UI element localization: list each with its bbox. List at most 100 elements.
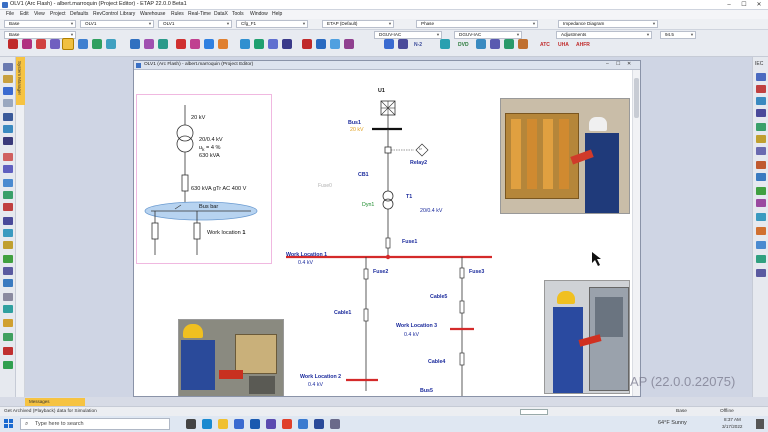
n1-icon[interactable] [398, 39, 408, 49]
pan-icon[interactable] [3, 75, 13, 83]
panel-tool-icon[interactable] [3, 305, 13, 313]
fuse-icon[interactable] [3, 217, 13, 225]
arc-method-select[interactable]: DGUV-IAC ▼ [374, 31, 442, 39]
play-icon[interactable] [3, 361, 13, 369]
arcflash-run-icon[interactable] [302, 39, 312, 49]
start-icon[interactable] [4, 419, 14, 429]
cable-tool-icon[interactable] [3, 293, 13, 301]
menu-revcontrol[interactable]: RevControl [93, 11, 118, 17]
menu-tools[interactable]: Tools [232, 11, 244, 17]
alert-icon[interactable] [344, 39, 354, 49]
transformer-icon[interactable] [3, 179, 13, 187]
breaker-icon[interactable] [3, 203, 13, 211]
clock-date[interactable]: 3/17/2022 [722, 424, 742, 429]
warning-icon[interactable] [3, 319, 13, 327]
bus-icon[interactable] [3, 191, 13, 199]
task-view-icon[interactable] [186, 419, 196, 429]
config-select[interactable]: Cfg_F1 ▼ [236, 20, 308, 28]
wind-icon[interactable] [756, 227, 766, 235]
zoom-icon[interactable] [3, 87, 13, 95]
winding-icon[interactable] [756, 97, 766, 105]
distribution-icon[interactable] [282, 39, 292, 49]
grid-icon[interactable] [3, 125, 13, 133]
ups-icon[interactable] [756, 199, 766, 207]
menu-realtime[interactable]: Real-Time [188, 11, 211, 17]
report-icon[interactable] [316, 39, 326, 49]
power-grid-icon[interactable] [3, 153, 13, 161]
edge-icon[interactable] [202, 419, 212, 429]
loadflow-icon[interactable] [92, 39, 102, 49]
oneline-select[interactable]: OLV1 ▼ [158, 20, 232, 28]
menu-defaults[interactable]: Defaults [70, 11, 88, 17]
menu-rules[interactable]: Rules [171, 11, 184, 17]
arrester-icon[interactable] [756, 161, 766, 169]
maximize-button[interactable]: ☐ [737, 0, 751, 10]
ct-icon[interactable] [756, 135, 766, 143]
chrome-icon[interactable] [282, 419, 292, 429]
optimal-icon[interactable] [158, 39, 168, 49]
run-icon[interactable] [8, 39, 18, 49]
store-icon[interactable] [234, 419, 244, 429]
menu-view[interactable]: View [34, 11, 45, 17]
voltage-icon[interactable] [440, 39, 450, 49]
menu-file[interactable]: File [6, 11, 14, 17]
meter-icon[interactable] [3, 333, 13, 341]
unbalanced-icon[interactable] [490, 39, 500, 49]
align-icon[interactable] [3, 137, 13, 145]
messages-tab[interactable]: Messages [25, 398, 85, 406]
fit-icon[interactable] [3, 99, 13, 107]
uha-label[interactable]: UHA [558, 42, 569, 48]
dc-icon[interactable] [240, 39, 250, 49]
eye-icon[interactable] [518, 39, 528, 49]
stability-icon[interactable] [504, 39, 514, 49]
reliability-icon[interactable] [144, 39, 154, 49]
shortcircuit-icon[interactable] [36, 39, 46, 49]
menu-library[interactable]: Library [120, 11, 135, 17]
menu-edit[interactable]: Edit [20, 11, 29, 17]
contingency-icon[interactable] [384, 39, 394, 49]
etap-taskbar-icon[interactable] [314, 419, 324, 429]
switch-icon[interactable] [3, 229, 13, 237]
atc-label[interactable]: ATC [540, 42, 550, 48]
adjustments-select[interactable]: Adjustments ▼ [556, 31, 652, 39]
composite-icon[interactable] [756, 269, 766, 277]
arcflash-icon[interactable] [22, 39, 32, 49]
arc-study-active-icon[interactable] [62, 38, 74, 50]
load-icon[interactable] [3, 255, 13, 263]
close-button[interactable]: ✕ [752, 0, 766, 10]
file-explorer-icon[interactable] [218, 419, 228, 429]
source-icon[interactable] [756, 85, 766, 93]
dvd-label[interactable]: DVD [458, 42, 469, 48]
protection-icon[interactable] [176, 39, 186, 49]
motor-tool-icon[interactable] [3, 267, 13, 275]
teams-icon[interactable] [266, 419, 276, 429]
capacitor-icon[interactable] [3, 279, 13, 287]
gis-icon[interactable] [476, 39, 486, 49]
grounding-icon[interactable] [204, 39, 214, 49]
oneline-editor[interactable]: OLV1 (Arc Flash) - albert.marroquin (Pro… [133, 60, 641, 397]
menu-window[interactable]: Window [250, 11, 268, 17]
cable-icon[interactable] [218, 39, 228, 49]
menu-warehouse[interactable]: Warehouse [140, 11, 165, 17]
transient-icon[interactable] [106, 39, 116, 49]
node-icon[interactable] [756, 109, 766, 117]
ahfr-label[interactable]: AHFR [576, 42, 590, 48]
ground-icon[interactable] [756, 255, 766, 263]
harmonic-icon[interactable] [78, 39, 88, 49]
reactor-icon[interactable] [756, 173, 766, 181]
relay-icon[interactable] [3, 241, 13, 249]
notification-icon[interactable] [756, 419, 764, 429]
panel-icon[interactable] [268, 39, 278, 49]
phase-select[interactable]: Phase ▼ [416, 20, 538, 28]
revision-select[interactable]: OLV1 ▼ [80, 20, 154, 28]
star-icon[interactable] [190, 39, 200, 49]
menu-datax[interactable]: DataX [214, 11, 228, 17]
minimize-button[interactable]: – [722, 0, 736, 10]
menu-help[interactable]: Help [272, 11, 282, 17]
taskbar-search-input[interactable]: ⌕ Type here to search [20, 418, 170, 430]
pointer-icon[interactable] [3, 63, 13, 71]
generator-icon[interactable] [3, 165, 13, 173]
app-taskbar-icon[interactable] [330, 419, 340, 429]
text-icon[interactable] [3, 113, 13, 121]
inverter-icon[interactable] [756, 187, 766, 195]
